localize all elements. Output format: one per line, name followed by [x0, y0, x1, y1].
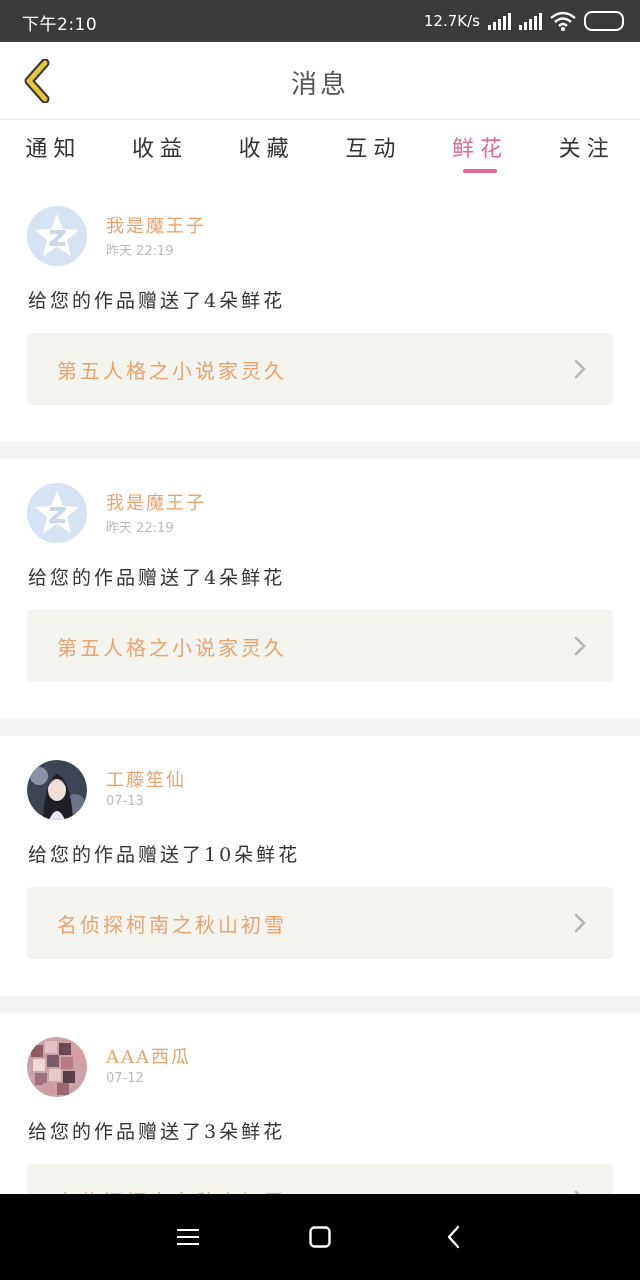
message-text: 给您的作品赠送了3朵鲜花 — [28, 1121, 286, 1143]
menu-icon — [177, 1229, 199, 1245]
divider — [0, 996, 640, 1013]
work-link[interactable]: 第五人格之小说家灵久 — [27, 610, 613, 682]
system-nav-bar — [0, 1194, 640, 1280]
home-icon — [309, 1226, 331, 1248]
sender-name[interactable]: AAA西瓜 — [106, 1043, 191, 1069]
work-title: 名侦探柯南之秋山初雪 — [57, 913, 287, 937]
signal-icon — [488, 12, 511, 30]
tab-favorites[interactable]: 收藏 — [213, 121, 320, 179]
home-button[interactable] — [304, 1222, 336, 1252]
wifi-icon — [550, 11, 576, 31]
status-icons: 12.7K/s 24 — [424, 9, 624, 33]
message-card: 我是魔王子 昨天 22:19 给您的作品赠送了4朵鲜花 第五人格之小说家灵久 — [0, 182, 640, 442]
tab-earnings[interactable]: 收益 — [107, 121, 214, 179]
status-bar: 下午2:10 12.7K/s 24 — [0, 0, 640, 42]
tab-interactions[interactable]: 互动 — [320, 121, 427, 179]
message-card: 工藤笙仙 07-13 给您的作品赠送了10朵鲜花 名侦探柯南之秋山初雪 — [0, 736, 640, 996]
chevron-right-icon — [574, 913, 586, 933]
battery-level: 24 — [603, 13, 622, 29]
sender-name[interactable]: 我是魔王子 — [106, 212, 206, 238]
tab-notifications[interactable]: 通知 — [0, 121, 107, 179]
battery-icon: 24 — [584, 11, 624, 31]
nav-back-button[interactable] — [438, 1222, 470, 1252]
message-list: 我是魔王子 昨天 22:19 给您的作品赠送了4朵鲜花 第五人格之小说家灵久 我… — [0, 182, 640, 1273]
message-card: 我是魔王子 昨天 22:19 给您的作品赠送了4朵鲜花 第五人格之小说家灵久 — [0, 459, 640, 719]
divider — [0, 442, 640, 459]
default-avatar-icon[interactable] — [27, 206, 87, 266]
tab-active-indicator — [463, 169, 498, 173]
message-text: 给您的作品赠送了4朵鲜花 — [28, 290, 286, 312]
work-title: 第五人格之小说家灵久 — [57, 636, 287, 660]
message-text: 给您的作品赠送了4朵鲜花 — [28, 567, 286, 589]
tab-bar: 通知 收益 收藏 互动 鲜花 关注 — [0, 121, 640, 179]
back-icon — [447, 1225, 460, 1249]
message-time: 07-12 — [106, 1071, 144, 1086]
work-title: 第五人格之小说家灵久 — [57, 359, 287, 383]
work-link[interactable]: 第五人格之小说家灵久 — [27, 333, 613, 405]
anime-girl-avatar-icon[interactable] — [27, 760, 87, 820]
divider — [0, 719, 640, 736]
default-avatar-icon[interactable] — [27, 483, 87, 543]
chevron-right-icon — [574, 359, 586, 379]
collage-avatar-icon[interactable] — [27, 1037, 87, 1097]
sender-name[interactable]: 我是魔王子 — [106, 489, 206, 515]
header: 消息 — [0, 42, 640, 120]
page-title: 消息 — [290, 70, 349, 100]
message-time: 07-13 — [106, 794, 144, 809]
sender-name[interactable]: 工藤笙仙 — [106, 766, 186, 792]
chevron-right-icon — [574, 636, 586, 656]
message-time: 昨天 22:19 — [106, 521, 174, 536]
message-text: 给您的作品赠送了10朵鲜花 — [28, 844, 301, 866]
net-speed: 12.7K/s — [423, 12, 480, 30]
signal-icon — [519, 12, 542, 30]
menu-button[interactable] — [172, 1222, 204, 1252]
status-time: 下午2:10 — [22, 15, 98, 35]
tab-flowers[interactable]: 鲜花 — [427, 121, 534, 179]
work-link[interactable]: 名侦探柯南之秋山初雪 — [27, 887, 613, 959]
tab-follows[interactable]: 关注 — [533, 121, 640, 179]
message-time: 昨天 22:19 — [106, 244, 174, 259]
